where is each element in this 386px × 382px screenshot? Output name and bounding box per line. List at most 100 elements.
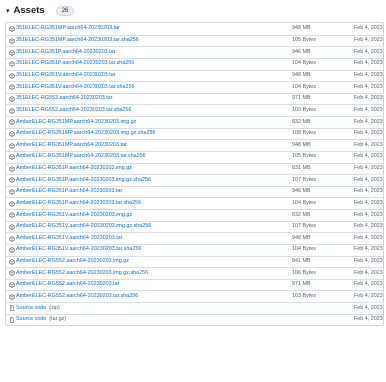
asset-size: 948 MB [292,234,311,241]
asset-name: 351ELEC-RG552.aarch64-20230203.tar [9,95,113,102]
assets-title[interactable]: Assets [14,6,45,16]
asset-size: 108 Bytes [292,130,316,137]
package-icon [9,107,15,114]
package-icon [9,247,15,253]
asset-link[interactable]: AmberELEC-RG351MP.aarch64-20230203.img.g… [16,119,136,125]
asset-link[interactable]: AmberELEC-RG351V.aarch64-20230203.img.gz… [16,223,151,229]
asset-size: 104 Bytes [292,83,316,90]
package-icon [9,142,15,149]
package-icon [9,61,15,67]
asset-size: 831 MB [292,165,311,172]
asset-link[interactable]: 351ELEC-RG351V.aarch64-20230203.tar.sha2… [16,84,134,90]
asset-link[interactable]: AmberELEC-RG351P.aarch64-20230203.img.gz [16,165,132,171]
asset-link[interactable]: AmberELEC-RG552.aarch64-20230203.tar.sha… [16,293,138,299]
asset-link[interactable]: 351ELEC-RG351V.aarch64-20230203.tar [16,72,116,78]
package-icon [9,270,15,277]
asset-link[interactable]: 351ELEC-RG351MP.aarch64-20230203.tar [16,25,120,31]
source-code-row: Source code (tar.gz) Feb 4, 2023 [6,313,383,326]
package-icon [9,293,15,300]
asset-date: Feb 4, 2023 [354,118,383,125]
asset-size: 104 Bytes [292,60,316,67]
asset-date: Feb 4, 2023 [354,188,383,195]
asset-link[interactable]: AmberELEC-RG351MP.aarch64-20230203.img.g… [16,130,156,136]
asset-row: AmberELEC-RG552.aarch64-20230203.tar 971 … [6,278,383,291]
asset-name: AmberELEC-RG351MP.aarch64-20230203.tar.s… [9,154,146,160]
asset-name: 351ELEC-RG351MP.aarch64-20230203.tar.sha… [9,37,139,44]
assets-list: 351ELEC-RG351MP.aarch64-20230203.tar 948 … [5,22,384,327]
asset-date: Feb 4, 2023 [354,72,383,79]
assets-header[interactable]: ▾ Assets 26 [6,4,75,18]
asset-link[interactable]: 351ELEC-RG351MP.aarch64-20230203.tar.sha… [16,37,139,43]
asset-name: AmberELEC-RG351MP.aarch64-20230203.tar [9,142,127,149]
asset-link[interactable]: AmberELEC-RG552.aarch64-20230203.img.gz.… [16,270,148,276]
asset-link[interactable]: AmberELEC-RG351V.aarch64-20230203.tar [16,235,122,241]
asset-row: AmberELEC-RG552.aarch64-20230203.img.gz 8… [6,255,383,268]
package-icon [9,224,15,230]
asset-size: 948 MB [292,25,311,32]
asset-link[interactable]: AmberELEC-RG351MP.aarch64-20230203.tar.s… [16,154,146,160]
asset-name: 351ELEC-RG351V.aarch64-20230203.tar.sha2… [9,84,134,91]
asset-name: AmberELEC-RG351P.aarch64-20230203.tar.sh… [9,200,141,207]
source-code-link[interactable]: Source code [16,316,46,322]
asset-name: AmberELEC-RG351P.aarch64-20230203.img.gz [9,165,132,172]
asset-link[interactable]: 351ELEC-RG552.aarch64-20230203.tar [16,95,113,101]
asset-size: 971 MB [292,95,311,102]
asset-link[interactable]: AmberELEC-RG552.aarch64-20230203.tar [16,281,119,287]
asset-size: 106 Bytes [292,269,316,276]
package-icon [9,84,15,91]
asset-date: Feb 4, 2023 [354,48,383,55]
asset-name: AmberELEC-RG552.aarch64-20230203.tar.sha… [9,293,138,300]
package-icon [9,119,15,126]
source-code-link[interactable]: Source code [16,305,46,311]
asset-date: Feb 4, 2023 [354,304,383,311]
asset-name: AmberELEC-RG351V.aarch64-20230203.img.gz [9,212,132,219]
asset-name: AmberELEC-RG351V.aarch64-20230203.tar [9,235,122,242]
asset-row: AmberELEC-RG351V.aarch64-20230203.tar.sh… [6,243,383,256]
asset-name: AmberELEC-RG351MP.aarch64-20230203.img.g… [9,130,156,137]
asset-size: 105 Bytes [292,37,316,44]
asset-row: AmberELEC-RG351MP.aarch64-20230203.tar.s… [6,150,383,163]
asset-date: Feb 4, 2023 [354,292,383,299]
asset-name: AmberELEC-RG552.aarch64-20230203.img.gz [9,258,129,265]
asset-row: 351ELEC-RG351V.aarch64-20230203.tar 948 M… [6,69,383,82]
package-icon [9,177,15,184]
asset-name: AmberELEC-RG351V.aarch64-20230203.img.gz… [9,223,151,230]
asset-link[interactable]: AmberELEC-RG552.aarch64-20230203.img.gz [16,258,129,264]
package-icon [9,212,15,219]
asset-date: Feb 4, 2023 [354,199,383,206]
asset-link[interactable]: AmberELEC-RG351P.aarch64-20230203.tar.sh… [16,200,141,206]
package-icon [9,96,15,102]
package-icon [9,131,15,137]
asset-date: Feb 4, 2023 [354,25,383,32]
asset-size: 104 Bytes [292,246,316,253]
caret-down-icon[interactable]: ▾ [6,8,10,15]
asset-name: 351ELEC-RG351V.aarch64-20230203.tar [9,72,116,79]
asset-link[interactable]: AmberELEC-RG351P.aarch64-20230203.tar [16,188,122,194]
file-zip-icon [10,317,14,323]
asset-row: 351ELEC-RG351MP.aarch64-20230203.tar 948 … [6,23,383,35]
source-code-name: Source code (tar.gz) [9,316,67,323]
asset-link[interactable]: 351ELEC-RG351P.aarch64-20230203.tar [16,49,115,55]
file-zip-icon [10,305,14,312]
asset-row: AmberELEC-RG351MP.aarch64-20230203.img.g… [6,116,383,128]
source-code-format: (zip) [49,304,60,311]
asset-row: AmberELEC-RG552.aarch64-20230203.tar.sha… [6,290,383,302]
asset-link[interactable]: AmberELEC-RG351MP.aarch64-20230203.tar [16,142,127,148]
asset-row: 351ELEC-RG351MP.aarch64-20230203.tar.sha… [6,34,383,47]
asset-name: AmberELEC-RG351MP.aarch64-20230203.img.g… [9,119,136,126]
package-icon [9,166,15,172]
asset-date: Feb 4, 2023 [354,176,383,183]
asset-row: 351ELEC-RG552.aarch64-20230203.tar.sha25… [6,104,383,116]
package-icon [9,200,15,207]
asset-link[interactable]: 351ELEC-RG552.aarch64-20230203.tar.sha25… [16,107,131,113]
asset-name: AmberELEC-RG351P.aarch64-20230203.img.gz… [9,177,151,184]
asset-link[interactable]: AmberELEC-RG351P.aarch64-20230203.img.gz… [16,177,151,183]
asset-size: 948 MB [292,141,311,148]
asset-link[interactable]: 351ELEC-RG351P.aarch64-20230203.tar.sha2… [16,61,134,67]
asset-size: 832 MB [292,211,311,218]
asset-date: Feb 4, 2023 [354,83,383,90]
source-code-format: (tar.gz) [49,316,67,323]
package-icon [9,282,15,288]
asset-link[interactable]: AmberELEC-RG351V.aarch64-20230203.tar.sh… [16,247,141,253]
asset-link[interactable]: AmberELEC-RG351V.aarch64-20230203.img.gz [16,212,132,218]
